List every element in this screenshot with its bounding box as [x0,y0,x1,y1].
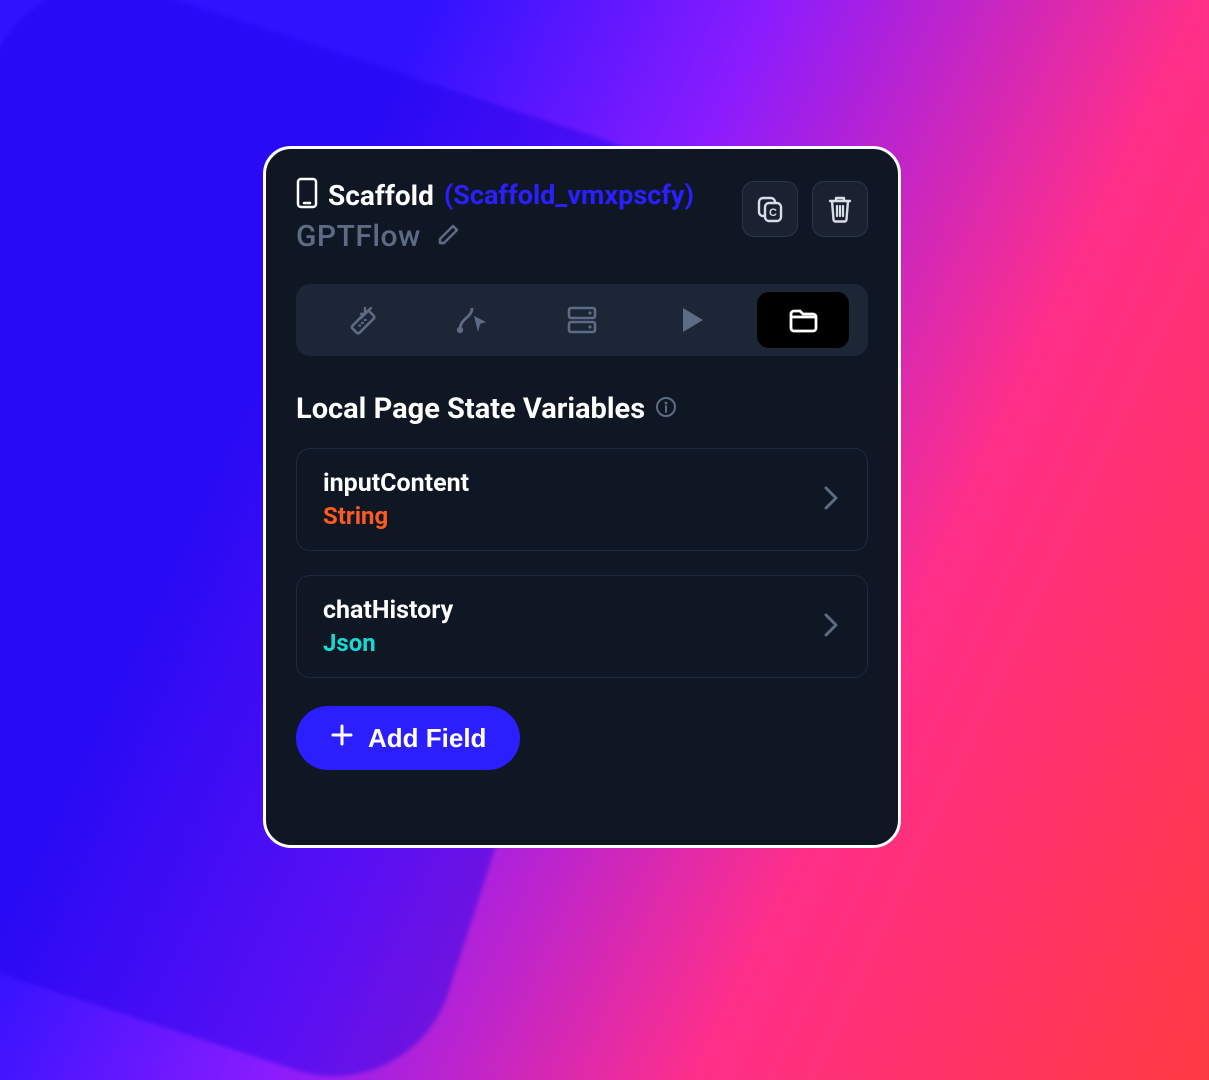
add-field-label: Add Field [368,723,486,754]
tab-state[interactable] [757,292,849,348]
chevron-right-icon [821,611,841,643]
section-header: Local Page State Variables [296,392,868,426]
tab-actions[interactable] [426,292,518,348]
variable-type: String [323,502,469,530]
variable-row[interactable]: chatHistory Json [296,575,868,678]
header-actions: C [742,181,868,237]
widget-type-label: Scaffold [328,179,434,212]
spline-cursor-icon [454,302,490,338]
chevron-right-icon [821,484,841,516]
title-block: Scaffold (Scaffold_vmxpscfy) GPTFlow [296,177,742,254]
variable-name: inputContent [323,469,469,498]
section-title: Local Page State Variables [296,392,645,426]
copy-icon: C [755,194,785,224]
variable-row[interactable]: inputContent String [296,448,868,551]
title-line: Scaffold (Scaffold_vmxpscfy) [296,177,742,213]
edit-name-button[interactable] [435,221,463,253]
delete-button[interactable] [812,181,868,237]
tab-backend[interactable] [536,292,628,348]
smartphone-icon [296,177,318,213]
copy-button[interactable]: C [742,181,798,237]
tab-run[interactable] [646,292,738,348]
tab-design[interactable] [315,292,407,348]
plus-icon [330,723,354,754]
folder-icon [787,305,819,335]
variable-type: Json [323,629,453,657]
variable-name: chatHistory [323,596,453,625]
add-field-button[interactable]: Add Field [296,706,520,770]
server-icon [565,303,599,337]
play-icon [679,306,705,334]
subtitle-line: GPTFlow [296,219,742,254]
widget-instance-id: (Scaffold_vmxpscfy) [444,179,694,211]
page-name-label: GPTFlow [296,219,421,254]
panel-header: Scaffold (Scaffold_vmxpscfy) GPTFlow [296,177,868,254]
design-ruler-icon [343,302,379,338]
svg-text:C: C [769,207,777,219]
properties-panel: Scaffold (Scaffold_vmxpscfy) GPTFlow [263,146,901,848]
variables-list: inputContent String chatHistory Json [296,448,868,678]
properties-tabbar [296,284,868,356]
info-icon[interactable] [655,396,677,422]
trash-icon [826,194,854,224]
